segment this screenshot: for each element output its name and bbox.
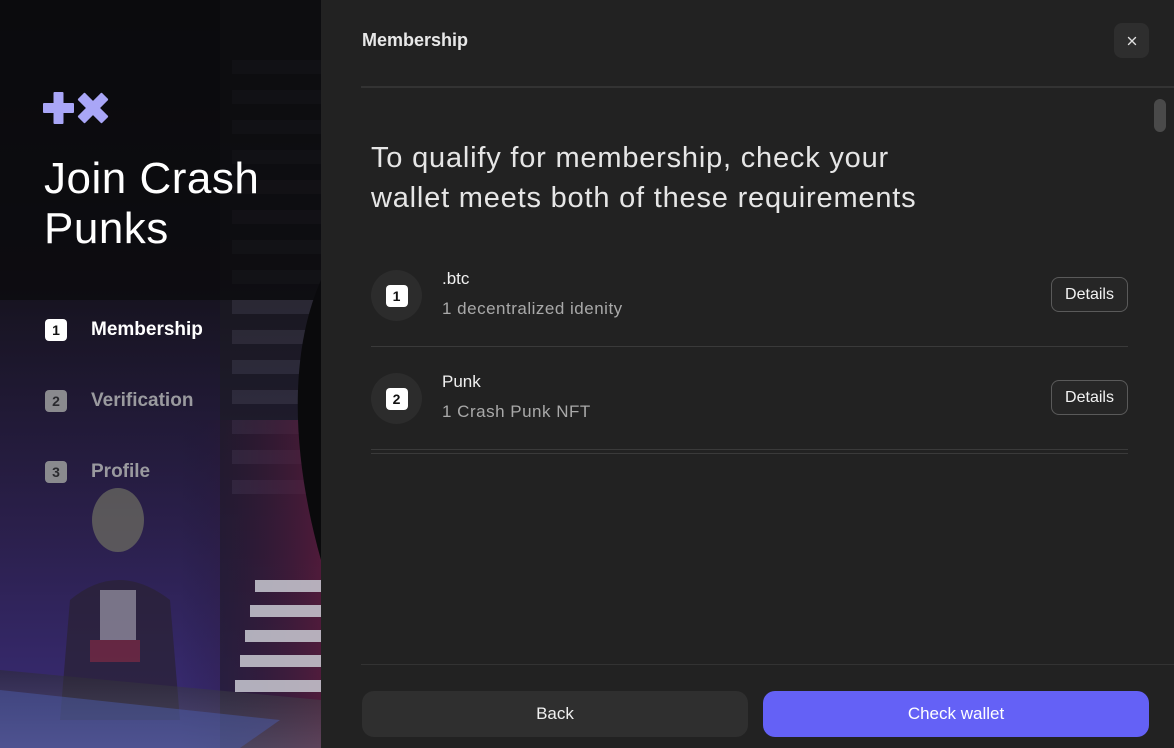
check-wallet-button[interactable]: Check wallet [763,691,1149,737]
requirement-number: 1 [385,284,408,307]
step-membership[interactable]: 1 Membership [45,319,203,341]
requirement-description: 1 decentralized idenity [442,299,623,318]
requirement-description: 1 Crash Punk NFT [442,402,591,421]
close-icon [1127,36,1136,45]
scrollbar-thumb[interactable] [1154,99,1166,132]
intro-text: To qualify for membership, check your wa… [371,142,917,214]
requirement-divider [371,449,1128,450]
membership-dialog: Membership To qualify for membership, ch… [321,0,1174,748]
requirement-name: .btc [442,269,470,288]
sidebar-panel: Join Crash Punks 1 Membership 2 Verifica… [0,0,321,748]
requirement-name: Punk [442,372,481,391]
step-label: Verification [91,390,194,411]
requirement-item: 1 .btc 1 decentralized idenity Details [371,249,1128,349]
join-title: Join Crash Punks [44,154,260,253]
step-verification[interactable]: 2 Verification [45,390,193,412]
details-button[interactable]: Details [1051,277,1128,312]
close-button[interactable] [1114,23,1149,58]
details-button[interactable]: Details [1051,380,1128,415]
requirement-divider [371,453,1128,454]
footer-divider [361,664,1174,665]
step-number: 1 [45,319,67,341]
back-button[interactable]: Back [362,691,748,737]
step-label: Membership [91,319,203,340]
requirement-number: 2 [385,387,408,410]
requirement-divider [371,346,1128,347]
requirement-badge: 1 [371,270,422,321]
step-number: 2 [45,390,67,412]
dialog-title: Membership [362,30,469,50]
header-divider [361,86,1174,88]
step-label: Profile [91,461,151,482]
plus-x-logo-icon [43,92,109,124]
requirement-item: 2 Punk 1 Crash Punk NFT Details [371,352,1128,452]
requirement-badge: 2 [371,373,422,424]
step-profile[interactable]: 3 Profile [45,461,150,483]
step-number: 3 [45,461,67,483]
